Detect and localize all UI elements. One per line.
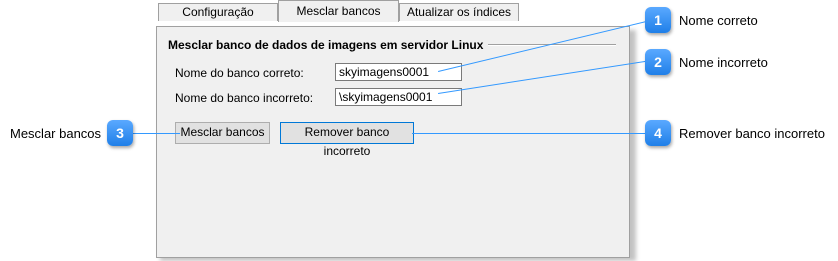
correct-name-label: Nome do banco correto:: [175, 66, 304, 80]
incorrect-name-input[interactable]: \skyimagens0001: [335, 88, 462, 106]
callout-badge-2: 2: [645, 49, 671, 75]
tab-label: Configuração: [182, 5, 254, 19]
correct-name-input[interactable]: skyimagens0001: [335, 63, 462, 81]
tab-label: Mesclar bancos: [296, 4, 381, 18]
tab-label: Atualizar os índices: [406, 5, 512, 19]
remove-incorrect-button[interactable]: Remover banco incorreto: [280, 122, 414, 158]
callout-line-4: [412, 133, 657, 134]
tab-configuracao[interactable]: Configuração: [158, 3, 278, 21]
merge-button[interactable]: Mesclar bancos: [175, 122, 270, 144]
tab-atualizar-indices[interactable]: Atualizar os índices: [399, 3, 519, 21]
callout-badge-3: 3: [107, 120, 133, 146]
group-title: Mesclar banco de dados de imagens em ser…: [168, 38, 484, 52]
incorrect-name-label: Nome do banco incorreto:: [175, 91, 314, 105]
callout-text-4: Remover banco incorreto: [679, 126, 825, 141]
callout-badge-4: 4: [645, 120, 671, 146]
callout-line-3: [128, 133, 180, 134]
callout-text-3: Mesclar bancos: [10, 126, 102, 141]
callout-text-2: Nome incorreto: [679, 55, 768, 70]
tab-mesclar-bancos[interactable]: Mesclar bancos: [278, 0, 399, 22]
callout-text-1: Nome correto: [679, 13, 758, 28]
callout-badge-1: 1: [645, 7, 671, 33]
